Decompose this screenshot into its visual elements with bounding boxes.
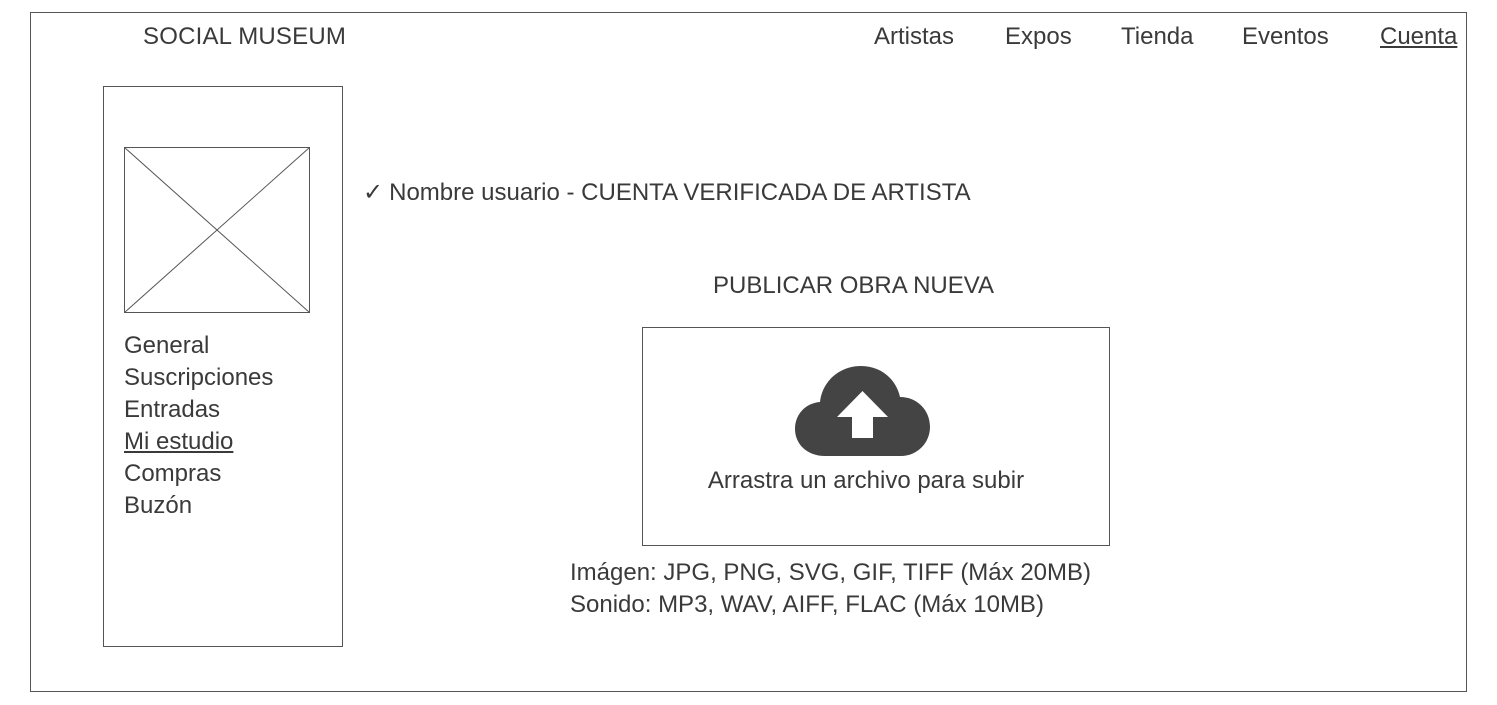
check-icon: ✓ [363, 179, 384, 206]
nav-link-artistas[interactable]: Artistas [874, 22, 954, 52]
page-title: PUBLICAR OBRA NUEVA [713, 272, 994, 299]
nav-link-cuenta[interactable]: Cuenta [1380, 22, 1457, 52]
brand-logo-text[interactable]: SOCIAL MUSEUM [143, 22, 346, 52]
nav-link-eventos[interactable]: Eventos [1242, 22, 1329, 52]
nav-link-expos[interactable]: Expos [1005, 22, 1072, 52]
nav-link-tienda[interactable]: Tienda [1121, 22, 1194, 52]
cloud-upload-icon [795, 366, 930, 456]
image-placeholder-icon [124, 147, 310, 313]
sidebar-item-entradas[interactable]: Entradas [124, 394, 273, 426]
sound-formats-text: Sonido: MP3, WAV, AIFF, FLAC (Máx 10MB) [570, 591, 1044, 618]
sidebar-menu: General Suscripciones Entradas Mi estudi… [124, 330, 273, 522]
sidebar-item-suscripciones[interactable]: Suscripciones [124, 362, 273, 394]
sidebar-item-buzon[interactable]: Buzón [124, 490, 273, 522]
sidebar-item-general[interactable]: General [124, 330, 273, 362]
sidebar-item-compras[interactable]: Compras [124, 458, 273, 490]
dropzone-label: Arrastra un archivo para subir [707, 467, 1025, 494]
verified-account-line: ✓ Nombre usuario - CUENTA VERIFICADA DE A… [363, 178, 971, 208]
file-dropzone[interactable]: Arrastra un archivo para subir [642, 327, 1110, 546]
image-formats-text: Imágen: JPG, PNG, SVG, GIF, TIFF (Máx 20… [570, 559, 1092, 586]
accepted-formats: Imágen: JPG, PNG, SVG, GIF, TIFF (Máx 20… [570, 557, 1091, 621]
account-sidebar: General Suscripciones Entradas Mi estudi… [103, 86, 343, 647]
verified-account-text: Nombre usuario - CUENTA VERIFICADA DE AR… [389, 179, 971, 206]
sidebar-item-mi-estudio[interactable]: Mi estudio [124, 426, 273, 458]
